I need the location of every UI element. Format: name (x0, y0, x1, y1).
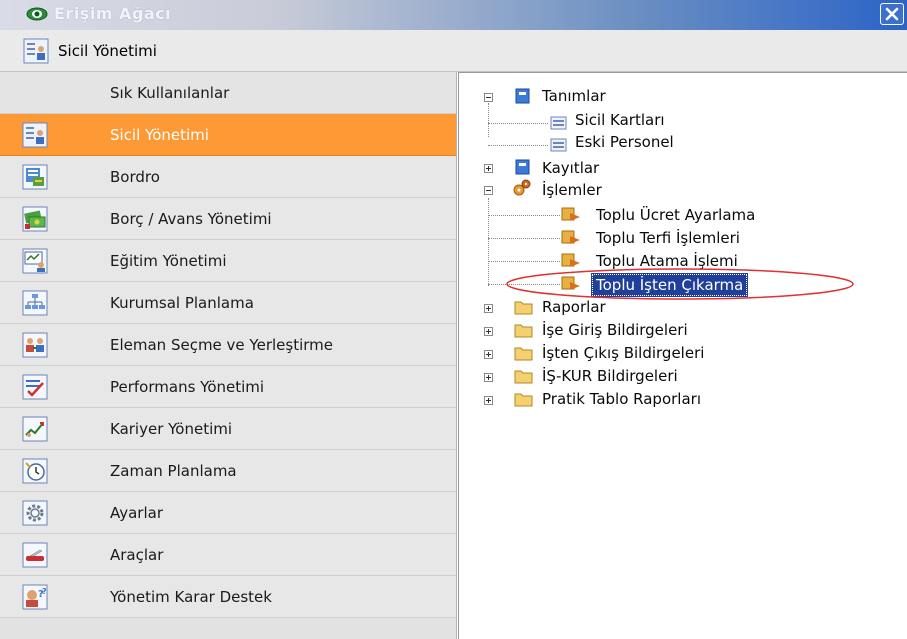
folder-icon (514, 347, 533, 361)
tree-expand-toggle[interactable] (484, 304, 493, 313)
payroll-icon (22, 164, 48, 190)
folder-icon (514, 393, 533, 407)
sicil-card-icon (22, 122, 48, 148)
folder-icon (514, 301, 533, 315)
nav-item-label: Yönetim Karar Destek (110, 588, 272, 606)
nav-item-zaman-planlama[interactable]: Zaman Planlama (0, 450, 456, 492)
tree-collapse-toggle[interactable] (484, 186, 493, 195)
gears-icon (513, 179, 531, 196)
tree-guide-line (488, 145, 548, 146)
nav-item-eleman-secme[interactable]: Eleman Seçme ve Yerleştirme (0, 324, 456, 366)
nav-item-yonetim-karar-destek[interactable]: ? ? Yönetim Karar Destek (0, 576, 456, 618)
title-bar[interactable]: Erişim Ağacı (0, 0, 907, 30)
nav-item-egitim[interactable]: Eğitim Yönetimi (0, 240, 456, 282)
nav-item-label: Borç / Avans Yönetimi (110, 210, 272, 228)
batch-process-icon (561, 207, 580, 221)
checklist-icon (22, 374, 48, 400)
tree-expand-toggle[interactable] (484, 396, 493, 405)
nav-item-label: Bordro (110, 168, 160, 186)
tree-expand-toggle[interactable] (484, 350, 493, 359)
sicil-card-icon (23, 38, 49, 64)
header-title: Sicil Yönetimi (58, 42, 157, 60)
org-chart-icon (22, 290, 48, 316)
close-icon (885, 7, 899, 21)
nav-item-araclar[interactable]: Araçlar (0, 534, 456, 576)
tree-expand-toggle[interactable] (484, 164, 493, 173)
module-nav: Sık Kullanılanlar Sicil Yönetimi Bordro (0, 72, 457, 639)
form-icon (550, 138, 567, 152)
tool-knife-icon (22, 542, 48, 568)
nav-item-sicil-yonetimi[interactable]: Sicil Yönetimi (0, 114, 456, 156)
tree-collapse-toggle[interactable] (484, 93, 493, 102)
selected-group-header: Sicil Yönetimi (0, 30, 907, 72)
batch-process-icon (561, 230, 580, 244)
tree-guide-line (488, 238, 560, 239)
nav-item-favorites[interactable]: Sık Kullanılanlar (0, 72, 456, 114)
tree-expand-toggle[interactable] (484, 373, 493, 382)
nav-item-kurumsal-planlama[interactable]: Kurumsal Planlama (0, 282, 456, 324)
training-board-icon (22, 248, 48, 274)
money-icon (22, 206, 48, 232)
svg-text:?: ? (42, 587, 47, 596)
window-title: Erişim Ağacı (54, 4, 172, 23)
tree-guide-line (488, 103, 489, 137)
tree-guide-line (488, 123, 548, 124)
access-tree-window: Erişim Ağacı Sicil Yönetimi Sık Kullanıl… (0, 0, 907, 639)
eye-icon (26, 7, 48, 21)
nav-item-label: Eğitim Yönetimi (110, 252, 227, 270)
nav-item-label: Eleman Seçme ve Yerleştirme (110, 336, 334, 354)
decision-support-icon: ? ? (22, 584, 48, 610)
gear-icon (22, 500, 48, 526)
access-tree-panel: Tanımlar Sicil Kartları Eski Personel Ka… (458, 72, 907, 639)
folder-icon (514, 324, 533, 338)
trend-chart-icon (22, 416, 48, 442)
nav-item-label: Kariyer Yönetimi (110, 420, 233, 438)
nav-item-label: Ayarlar (110, 504, 164, 522)
blue-book-icon (515, 159, 530, 175)
tree-guide-line (488, 261, 560, 262)
tree-guide-line (488, 215, 560, 216)
nav-item-ayarlar[interactable]: Ayarlar (0, 492, 456, 534)
blue-book-icon (515, 88, 530, 104)
nav-item-bordro[interactable]: Bordro (0, 156, 456, 198)
nav-item-label: Performans Yönetimi (110, 378, 265, 396)
nav-item-kariyer[interactable]: Kariyer Yönetimi (0, 408, 456, 450)
clock-icon (22, 458, 48, 484)
folder-icon (514, 370, 533, 384)
tree-guide-line (488, 198, 489, 286)
nav-item-label: Sicil Yönetimi (110, 126, 209, 144)
form-icon (550, 116, 567, 130)
nav-item-performans[interactable]: Performans Yönetimi (0, 366, 456, 408)
nav-item-borc-avans[interactable]: Borç / Avans Yönetimi (0, 198, 456, 240)
nav-item-label: Zaman Planlama (110, 462, 237, 480)
nav-item-label: Sık Kullanılanlar (110, 84, 230, 102)
nav-item-label: Araçlar (110, 546, 164, 564)
nav-item-label: Kurumsal Planlama (110, 294, 254, 312)
close-button[interactable] (880, 3, 904, 25)
people-icon (22, 332, 48, 358)
tree-expand-toggle[interactable] (484, 327, 493, 336)
